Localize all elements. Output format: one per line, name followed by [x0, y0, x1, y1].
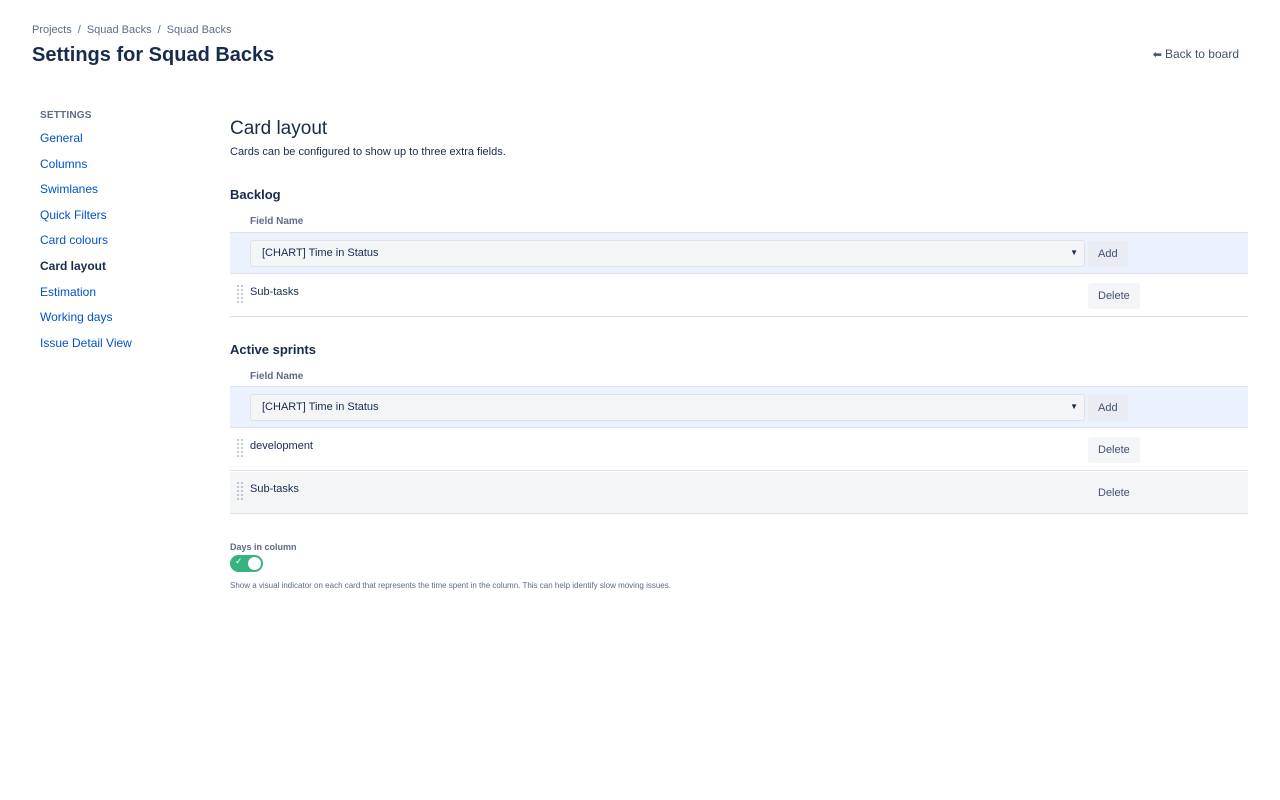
sidebar-item-swimlanes[interactable]: Swimlanes [40, 182, 200, 208]
back-to-board-label: Back to board [1164, 47, 1239, 61]
field-name: development [250, 440, 313, 452]
breadcrumb-projects[interactable]: Projects [32, 24, 72, 36]
delete-button[interactable]: Delete [1088, 437, 1140, 463]
breadcrumb-separator: / [157, 24, 161, 36]
sidebar-item-card-colours[interactable]: Card colours [40, 233, 200, 259]
sidebar-item-issue-detail-view[interactable]: Issue Detail View [40, 336, 200, 362]
toggle-knob [248, 557, 261, 570]
days-in-column-label: Days in column [230, 542, 297, 552]
active-sprints-field-row: Sub-tasks Delete [230, 472, 1248, 514]
days-in-column-help: Show a visual indicator on each card tha… [230, 581, 671, 590]
backlog-add-button[interactable]: Add [1088, 241, 1128, 267]
active-sprints-field-select[interactable]: [CHART] Time in Status ▼ [250, 394, 1085, 421]
field-name: Sub-tasks [250, 483, 299, 495]
backlog-field-select-value: [CHART] Time in Status [262, 247, 379, 259]
sidebar-item-card-layout[interactable]: Card layout [40, 259, 200, 285]
drag-handle-icon[interactable] [237, 482, 243, 500]
page-title: Settings for Squad Backs [32, 44, 275, 66]
check-icon: ✓ [235, 556, 243, 566]
back-to-board-link[interactable]: ⬅ Back to board [1153, 47, 1239, 61]
breadcrumb-separator: / [77, 24, 81, 36]
chevron-down-icon: ▼ [1070, 402, 1078, 411]
sidebar-item-quick-filters[interactable]: Quick Filters [40, 208, 200, 234]
section-description: Cards can be configured to show up to th… [230, 146, 506, 158]
chevron-down-icon: ▼ [1070, 248, 1078, 257]
active-sprints-add-button[interactable]: Add [1088, 395, 1128, 421]
drag-handle-icon[interactable] [237, 439, 243, 457]
field-name: Sub-tasks [250, 286, 299, 298]
days-in-column-toggle[interactable]: ✓ [230, 555, 263, 572]
main-content: Card layout Cards can be configured to s… [230, 118, 1248, 590]
drag-handle-icon[interactable] [237, 285, 243, 303]
arrow-left-icon: ⬅ [1152, 48, 1162, 61]
breadcrumb-project[interactable]: Squad Backs [87, 24, 152, 36]
delete-button[interactable]: Delete [1088, 283, 1140, 309]
sidebar-item-general[interactable]: General [40, 131, 200, 157]
sidebar-item-estimation[interactable]: Estimation [40, 285, 200, 311]
sidebar-heading: SETTINGS [40, 110, 92, 121]
delete-button[interactable]: Delete [1088, 480, 1140, 506]
sidebar-item-working-days[interactable]: Working days [40, 310, 200, 336]
breadcrumb: Projects / Squad Backs / Squad Backs [32, 24, 232, 36]
active-sprints-field-row: development Delete [230, 429, 1248, 471]
backlog-title: Backlog [230, 187, 281, 202]
backlog-field-row: Sub-tasks Delete [230, 275, 1248, 317]
breadcrumb-board[interactable]: Squad Backs [167, 24, 232, 36]
backlog-field-select[interactable]: [CHART] Time in Status ▼ [250, 240, 1085, 267]
settings-sidebar: SETTINGS General Columns Swimlanes Quick… [40, 110, 200, 361]
sidebar-item-columns[interactable]: Columns [40, 157, 200, 183]
active-sprints-field-name-header: Field Name [250, 371, 304, 382]
section-heading: Card layout [230, 118, 328, 139]
active-sprints-field-select-value: [CHART] Time in Status [262, 401, 379, 413]
backlog-add-row: [CHART] Time in Status ▼ Add [230, 232, 1248, 274]
active-sprints-add-row: [CHART] Time in Status ▼ Add [230, 386, 1248, 428]
backlog-field-name-header: Field Name [250, 216, 304, 227]
active-sprints-title: Active sprints [230, 342, 316, 357]
